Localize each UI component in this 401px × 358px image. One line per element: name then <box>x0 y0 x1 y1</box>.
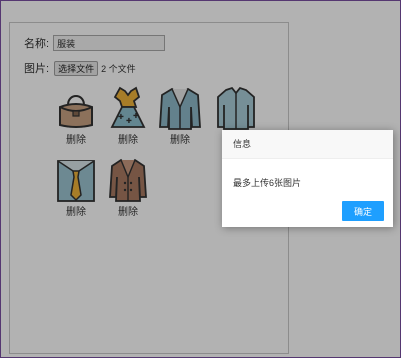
dialog-title: 信息 <box>222 130 393 159</box>
info-dialog: 信息 最多上传6张图片 确定 <box>222 130 393 227</box>
dialog-message: 最多上传6张图片 <box>233 178 302 188</box>
confirm-button[interactable]: 确定 <box>342 201 384 221</box>
